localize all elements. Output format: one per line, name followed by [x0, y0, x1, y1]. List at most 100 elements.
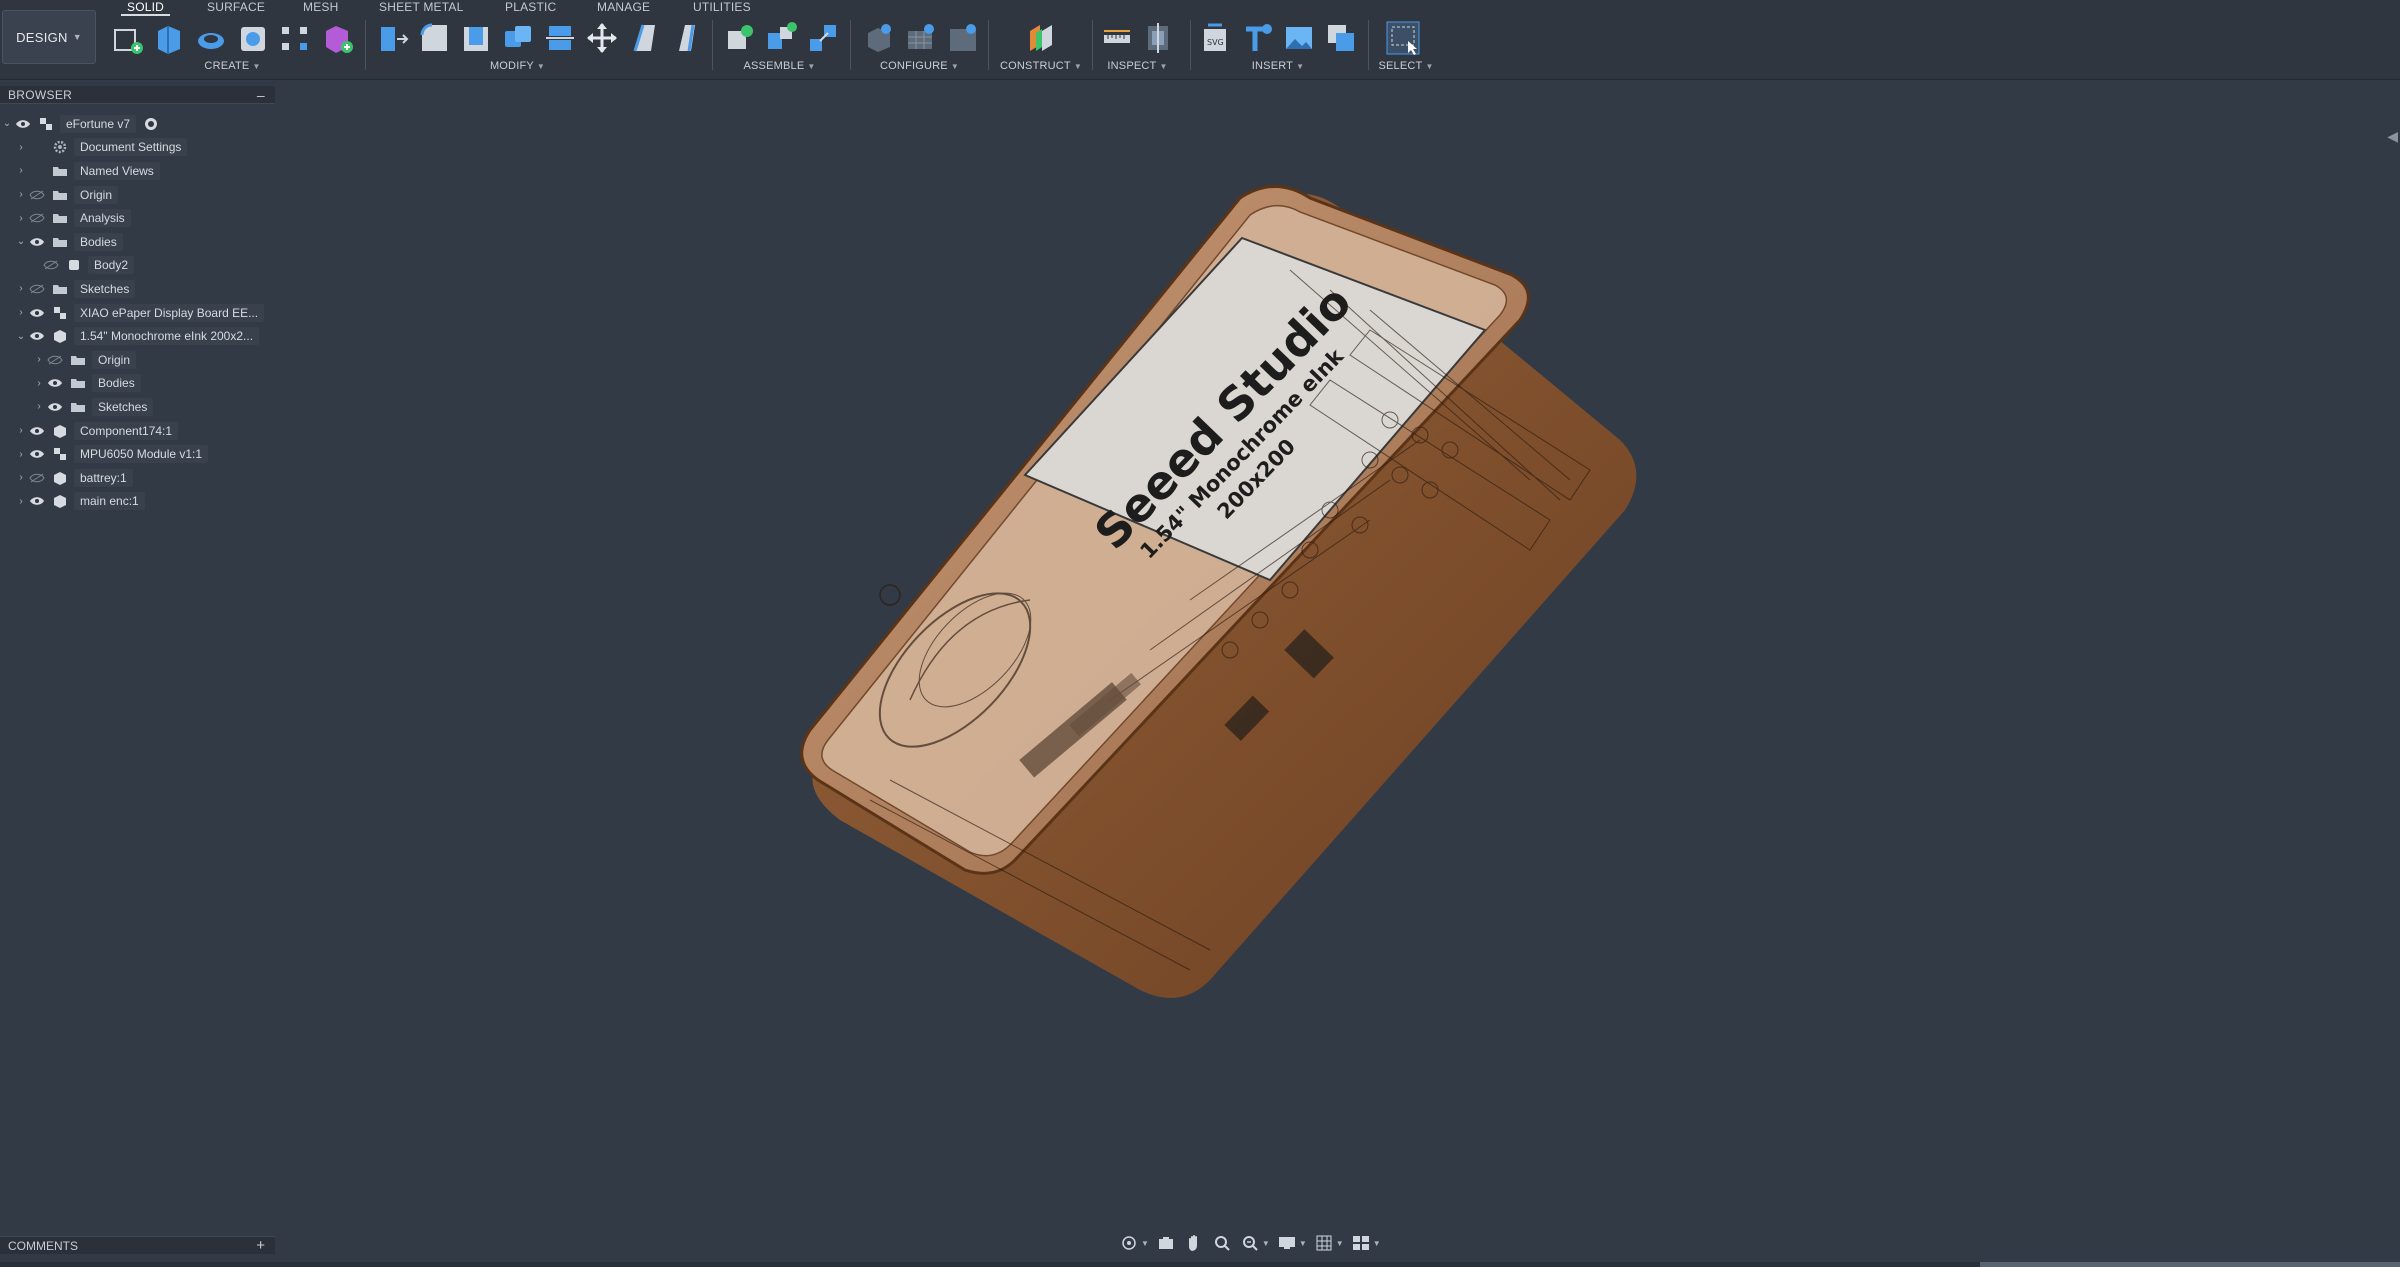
eye-hidden-icon[interactable] — [46, 353, 64, 367]
chevron-right-icon[interactable]: › — [14, 213, 28, 224]
eye-icon[interactable] — [46, 376, 64, 390]
chevron-right-icon[interactable]: › — [14, 142, 28, 153]
chevron-right-icon[interactable]: › — [14, 165, 28, 176]
chevron-down-icon[interactable]: ⌄ — [14, 236, 28, 247]
chevron-right-icon[interactable]: › — [14, 472, 28, 483]
tree-item-eink-display[interactable]: ⌄ 1.54" Monochrome eInk 200x2... — [0, 324, 275, 348]
tree-item-bodies[interactable]: ⌄ Bodies — [0, 230, 275, 254]
tab-solid[interactable]: SOLID — [120, 0, 171, 16]
pan-icon[interactable] — [1183, 1234, 1205, 1252]
insert-canvas-icon[interactable] — [1282, 21, 1316, 55]
workspace-switcher[interactable]: DESIGN ▼ — [2, 10, 96, 64]
split-body-icon[interactable] — [543, 21, 577, 55]
hole-icon[interactable] — [236, 21, 270, 55]
chevron-down-icon[interactable]: ▼ — [1262, 1239, 1270, 1248]
chevron-down-icon[interactable]: ▼ — [1373, 1239, 1381, 1248]
orbit-icon[interactable] — [1118, 1234, 1140, 1252]
eye-hidden-icon[interactable] — [28, 282, 46, 296]
activate-target-icon[interactable] — [144, 117, 158, 131]
insert-text-icon[interactable] — [1240, 21, 1274, 55]
look-at-icon[interactable] — [1155, 1234, 1177, 1252]
eye-hidden-icon[interactable] — [28, 471, 46, 485]
scale-icon[interactable] — [669, 21, 703, 55]
eye-icon[interactable] — [28, 306, 46, 320]
chevron-down-icon[interactable]: ▼ — [1336, 1239, 1344, 1248]
eye-icon[interactable] — [46, 400, 64, 414]
chevron-down-icon[interactable]: ⌄ — [0, 118, 14, 129]
section-analysis-icon[interactable] — [1142, 21, 1176, 55]
tree-item-mpu6050[interactable]: › MPU6050 Module v1:1 — [0, 442, 275, 466]
insert-menu[interactable]: INSERT ▼ — [1198, 60, 1358, 72]
chevron-down-icon[interactable]: ⌄ — [14, 331, 28, 342]
tree-item-battery[interactable]: › battrey:1 — [0, 466, 275, 490]
select-menu[interactable]: SELECT ▼ — [1376, 60, 1436, 72]
tree-item-analysis[interactable]: › Analysis — [0, 206, 275, 230]
horizontal-scrollbar[interactable] — [0, 1262, 2400, 1267]
tab-utilities[interactable]: UTILITIES — [693, 0, 751, 14]
configure-theme-icon[interactable] — [946, 21, 980, 55]
press-pull-icon[interactable] — [375, 21, 409, 55]
sketch-icon[interactable] — [110, 21, 144, 55]
tree-item-root[interactable]: ⌄ eFortune v7 — [0, 112, 275, 136]
fillet-icon[interactable] — [417, 21, 451, 55]
new-component-icon[interactable] — [722, 21, 756, 55]
chevron-right-icon[interactable]: › — [32, 401, 46, 412]
configure-menu[interactable]: CONFIGURE ▼ — [862, 60, 977, 72]
shell-icon[interactable] — [459, 21, 493, 55]
collapse-icon[interactable]: – — [257, 86, 265, 104]
chevron-right-icon[interactable]: › — [32, 378, 46, 389]
tree-item-eink-bodies[interactable]: › Bodies — [0, 372, 275, 396]
add-comment-icon[interactable]: + — [256, 1237, 265, 1255]
grid-icon[interactable] — [1313, 1234, 1335, 1252]
tab-plastic[interactable]: PLASTIC — [505, 0, 556, 14]
eye-hidden-icon[interactable] — [42, 258, 60, 272]
eye-hidden-icon[interactable] — [28, 211, 46, 225]
chevron-right-icon[interactable]: › — [14, 283, 28, 294]
tree-item-origin[interactable]: › Origin — [0, 183, 275, 207]
chevron-down-icon[interactable]: ▼ — [1141, 1239, 1149, 1248]
model-viewport[interactable]: Seeed Studio 1.54" Monochrome eInk 200x2… — [770, 180, 1670, 1010]
pattern-icon[interactable] — [278, 21, 312, 55]
tree-item-sketches[interactable]: › Sketches — [0, 277, 275, 301]
zoom-icon[interactable] — [1211, 1234, 1233, 1252]
configure-rules-icon[interactable] — [904, 21, 938, 55]
combine-icon[interactable] — [501, 21, 535, 55]
insert-svg-icon[interactable]: SVG — [1198, 21, 1232, 55]
display-settings-icon[interactable] — [1276, 1234, 1298, 1252]
tree-item-main-enc[interactable]: › main enc:1 — [0, 490, 275, 514]
assemble-menu[interactable]: ASSEMBLE ▼ — [722, 60, 837, 72]
select-icon[interactable] — [1386, 21, 1420, 55]
tab-mesh[interactable]: MESH — [303, 0, 338, 14]
tree-item-component174[interactable]: › Component174:1 — [0, 419, 275, 443]
construct-menu[interactable]: CONSTRUCT ▼ — [1000, 60, 1082, 72]
eye-icon[interactable] — [28, 494, 46, 508]
eye-icon[interactable] — [28, 447, 46, 461]
move-icon[interactable] — [585, 21, 619, 55]
chevron-right-icon[interactable]: › — [14, 425, 28, 436]
tree-item-xiao-board[interactable]: › XIAO ePaper Display Board EE... — [0, 301, 275, 325]
offset-plane-icon[interactable] — [1024, 21, 1058, 55]
chevron-right-icon[interactable]: › — [14, 189, 28, 200]
eye-icon[interactable] — [14, 117, 32, 131]
eye-icon[interactable] — [28, 235, 46, 249]
eye-icon[interactable] — [28, 424, 46, 438]
chevron-right-icon[interactable]: › — [32, 354, 46, 365]
revolve-icon[interactable] — [194, 21, 228, 55]
draft-icon[interactable] — [627, 21, 661, 55]
chevron-right-icon[interactable]: › — [14, 307, 28, 318]
chevron-left-icon[interactable]: ◀ — [2387, 128, 2398, 145]
inspect-menu[interactable]: INSPECT ▼ — [1100, 60, 1175, 72]
eye-icon[interactable] — [28, 329, 46, 343]
tree-item-document-settings[interactable]: › Document Settings — [0, 136, 275, 160]
chevron-right-icon[interactable]: › — [14, 449, 28, 460]
create-menu[interactable]: CREATE ▼ — [110, 60, 355, 72]
scrollbar-thumb[interactable] — [1980, 1262, 2400, 1267]
chevron-down-icon[interactable]: ▼ — [1299, 1239, 1307, 1248]
tab-surface[interactable]: SURFACE — [207, 0, 265, 14]
extrude-icon[interactable] — [152, 21, 186, 55]
tree-item-eink-sketches[interactable]: › Sketches — [0, 395, 275, 419]
viewports-icon[interactable] — [1350, 1234, 1372, 1252]
tree-item-named-views[interactable]: › Named Views — [0, 159, 275, 183]
measure-icon[interactable] — [1100, 21, 1134, 55]
tab-manage[interactable]: MANAGE — [597, 0, 650, 14]
